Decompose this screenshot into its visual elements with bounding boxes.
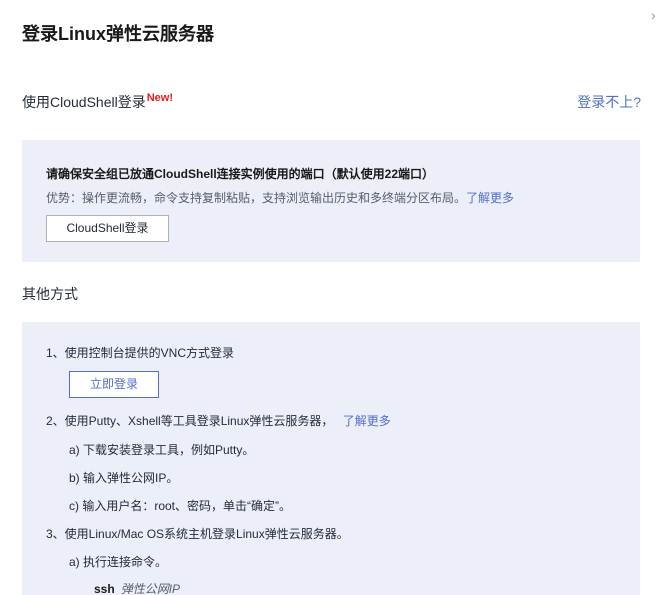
- step-3-text: 3、使用Linux/Mac OS系统主机登录Linux弹性云服务器。: [46, 527, 349, 541]
- step-2-text: 2、使用Putty、Xshell等工具登录Linux弹性云服务器， 了解更多: [46, 412, 391, 429]
- learn-more-link[interactable]: 了解更多: [466, 191, 514, 205]
- cant-login-link[interactable]: 登录不上?: [577, 92, 641, 112]
- security-group-notice: 请确保安全组已放通CloudShell连接实例使用的端口（默认使用22端口）: [46, 167, 435, 181]
- close-icon[interactable]: ›: [651, 8, 661, 22]
- cloudshell-label: 使用CloudShell登录: [22, 94, 146, 110]
- advantage-text: 优势：操作更流畅，命令支持复制粘贴，支持浏览输出历史和多终端分区布局。了解更多: [46, 189, 514, 206]
- dialog-title: 登录Linux弹性云服务器: [22, 24, 214, 44]
- ssh-command-arg: 弹性公网IP: [120, 582, 181, 595]
- step-1-text: 1、使用控制台提供的VNC方式登录: [46, 346, 235, 360]
- ssh-command-name: ssh: [94, 582, 115, 595]
- step-2c-text: c) 输入用户名：root、密码，单击“确定”。: [69, 499, 292, 513]
- step-2a-text: a) 下载安装登录工具，例如Putty。: [69, 443, 255, 457]
- cloudshell-row: 使用CloudShell登录New! 登录不上?: [22, 92, 641, 112]
- other-methods-panel: 1、使用控制台提供的VNC方式登录 立即登录 2、使用Putty、Xshell等…: [22, 322, 640, 595]
- step-2b-text: b) 输入弹性公网IP。: [69, 471, 179, 485]
- ssh-command: ssh 弹性公网IP: [94, 580, 180, 595]
- other-methods-heading: 其他方式: [22, 286, 78, 302]
- step-2-learn-more-link[interactable]: 了解更多: [343, 414, 391, 428]
- login-now-button[interactable]: 立即登录: [69, 371, 159, 398]
- step-3a-text: a) 执行连接命令。: [69, 555, 168, 569]
- cloudshell-panel: 请确保安全组已放通CloudShell连接实例使用的端口（默认使用22端口） 优…: [22, 140, 640, 262]
- cloudshell-login-button[interactable]: CloudShell登录: [46, 215, 169, 242]
- step-2-label: 2、使用Putty、Xshell等工具登录Linux弹性云服务器，: [46, 414, 334, 428]
- new-badge: New!: [146, 92, 173, 104]
- advantage-label: 优势：操作更流畅，命令支持复制粘贴，支持浏览输出历史和多终端分区布局。: [46, 191, 467, 205]
- login-dialog: › 登录Linux弹性云服务器 使用CloudShell登录New! 登录不上?…: [0, 0, 663, 595]
